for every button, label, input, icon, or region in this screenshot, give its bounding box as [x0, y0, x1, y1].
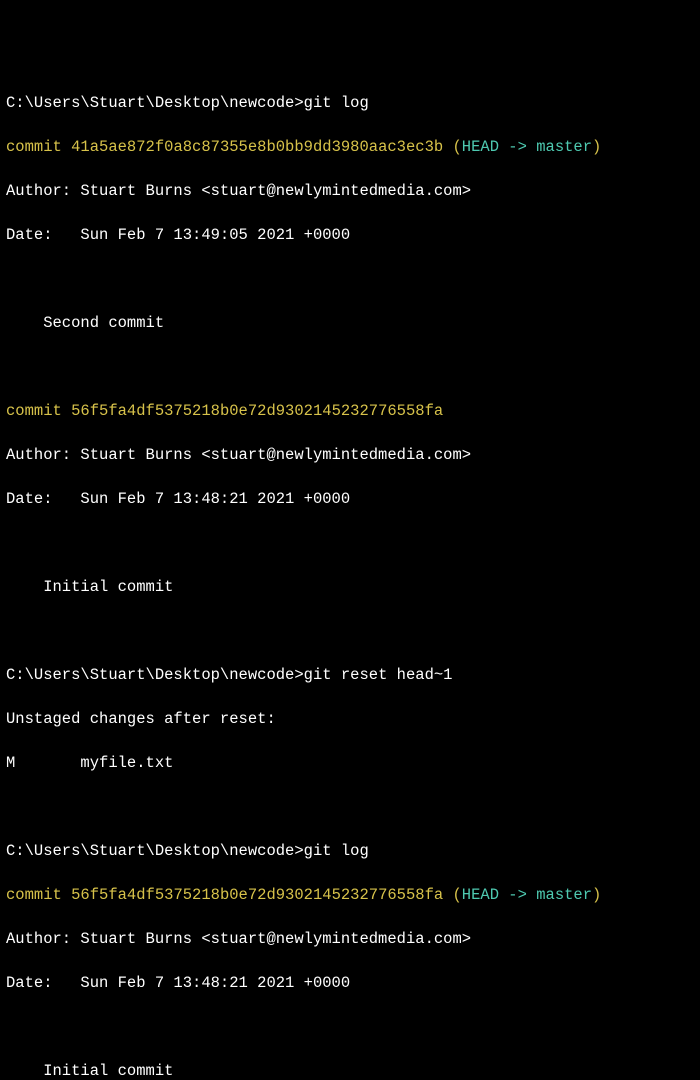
command-gitlog-2: git log — [304, 842, 369, 860]
commit-line-initial-2: commit 56f5fa4df5375218b0e72d93021452327… — [6, 884, 694, 906]
paren-open: ( — [443, 886, 462, 904]
paren-open: ( — [443, 138, 462, 156]
blank — [6, 796, 694, 818]
blank — [6, 1016, 694, 1038]
date-initial: Date: Sun Feb 7 13:48:21 2021 +0000 — [6, 488, 694, 510]
head-ref: HEAD -> — [462, 886, 536, 904]
prompt-line-1[interactable]: C:\Users\Stuart\Desktop\newcode>git log — [6, 92, 694, 114]
date-initial-2: Date: Sun Feb 7 13:48:21 2021 +0000 — [6, 972, 694, 994]
blank — [6, 356, 694, 378]
paren-close: ) — [592, 886, 601, 904]
commit-hash-second: 41a5ae872f0a8c87355e8b0bb9dd3980aac3ec3b — [71, 138, 443, 156]
prompt-line-3[interactable]: C:\Users\Stuart\Desktop\newcode>git log — [6, 840, 694, 862]
author-initial: Author: Stuart Burns <stuart@newlyminted… — [6, 444, 694, 466]
msg-initial: Initial commit — [6, 576, 694, 598]
blank — [6, 532, 694, 554]
reset-output-1: Unstaged changes after reset: — [6, 708, 694, 730]
command-reset: git reset head~1 — [304, 666, 453, 684]
commit-hash-initial-2: 56f5fa4df5375218b0e72d9302145232776558fa — [71, 886, 443, 904]
commit-label: commit — [6, 138, 71, 156]
commit-hash-initial: 56f5fa4df5375218b0e72d9302145232776558fa — [71, 402, 443, 420]
prompt-path: C:\Users\Stuart\Desktop\newcode> — [6, 842, 304, 860]
commit-label: commit — [6, 402, 71, 420]
branch-name: master — [536, 138, 592, 156]
commit-line-second: commit 41a5ae872f0a8c87355e8b0bb9dd3980a… — [6, 136, 694, 158]
prompt-line-2[interactable]: C:\Users\Stuart\Desktop\newcode>git rese… — [6, 664, 694, 686]
commit-label: commit — [6, 886, 71, 904]
prompt-path: C:\Users\Stuart\Desktop\newcode> — [6, 94, 304, 112]
paren-close: ) — [592, 138, 601, 156]
author-initial-2: Author: Stuart Burns <stuart@newlyminted… — [6, 928, 694, 950]
commit-line-initial: commit 56f5fa4df5375218b0e72d93021452327… — [6, 400, 694, 422]
branch-name: master — [536, 886, 592, 904]
command-gitlog-1: git log — [304, 94, 369, 112]
msg-second: Second commit — [6, 312, 694, 334]
msg-initial-2: Initial commit — [6, 1060, 694, 1080]
author-second: Author: Stuart Burns <stuart@newlyminted… — [6, 180, 694, 202]
blank — [6, 268, 694, 290]
blank — [6, 620, 694, 642]
date-second: Date: Sun Feb 7 13:49:05 2021 +0000 — [6, 224, 694, 246]
prompt-path: C:\Users\Stuart\Desktop\newcode> — [6, 666, 304, 684]
reset-output-2: M myfile.txt — [6, 752, 694, 774]
head-ref: HEAD -> — [462, 138, 536, 156]
